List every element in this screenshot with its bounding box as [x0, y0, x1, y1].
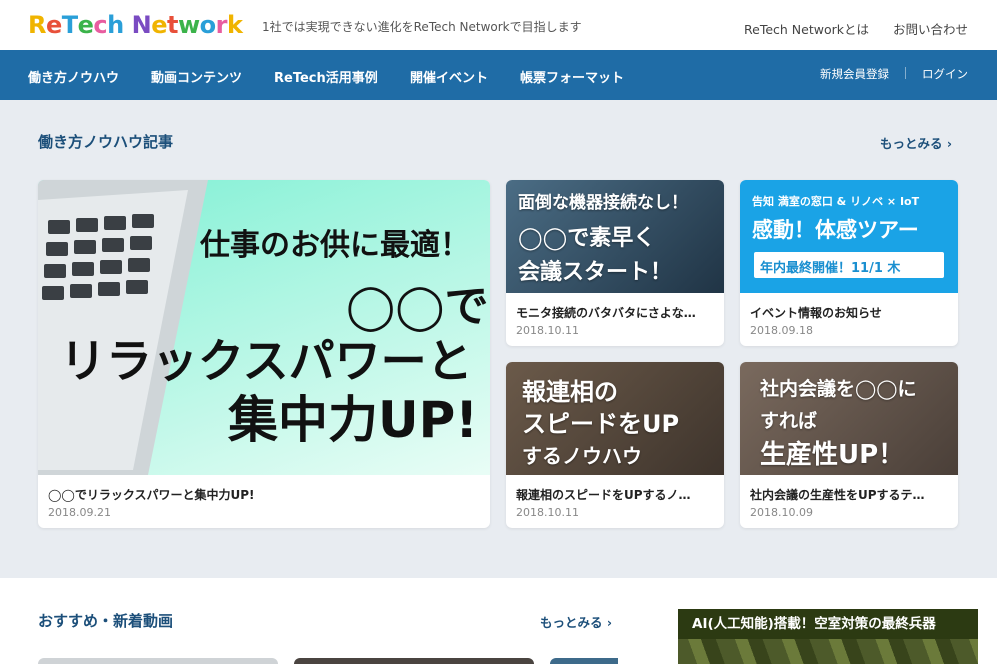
article-thumbnail: 報連相の スピードをUP するノウハウ	[506, 362, 724, 475]
thumb-line: 生産性UP！	[760, 440, 905, 470]
account-links: 新規会員登録 ログイン	[820, 66, 968, 82]
article-title[interactable]: モニタ接続のバタバタにさよな…	[516, 304, 716, 321]
video-thumbnail[interactable]	[294, 658, 534, 664]
article-title[interactable]: 報連相のスピードをUPするノ…	[516, 486, 716, 503]
thumb-line: すれば	[760, 410, 818, 432]
thumb-line: 面倒な機器接続なし！	[518, 193, 688, 213]
banner-text: AI(人工知能)搭載！空室対策の最終兵器	[678, 609, 978, 639]
article-card[interactable]: 報連相の スピードをUP するノウハウ 報連相のスピードをUPするノ… 2018…	[506, 362, 724, 528]
nav-item-forms[interactable]: 帳票フォーマット	[520, 67, 624, 86]
thumb-line: 報連相の	[522, 378, 618, 406]
top-header: ReTech Network 1社では実現できない進化をReTech Netwo…	[0, 0, 997, 50]
video-thumbnail[interactable]	[550, 658, 618, 664]
article-date: 2018.10.09	[750, 506, 813, 519]
contact-link[interactable]: お問い合わせ	[893, 22, 968, 37]
more-link[interactable]: もっとみる ›	[540, 612, 612, 631]
tagline: 1社では実現できない進化をReTech Networkで目指します	[262, 20, 582, 34]
register-link[interactable]: 新規会員登録	[820, 67, 889, 81]
login-link[interactable]: ログイン	[922, 67, 968, 81]
about-link[interactable]: ReTech Networkとは	[744, 22, 869, 37]
thumb-line: 年内最終開催！11/1 木	[760, 261, 901, 276]
video-thumbnail[interactable]	[38, 658, 278, 664]
article-date: 2018.10.11	[516, 324, 579, 337]
articles-section: 働き方ノウハウ記事 もっとみる › 仕事のお供に最適！ ◯◯で リラックスパワー…	[0, 100, 997, 578]
top-links: ReTech Networkとは お問い合わせ	[724, 19, 968, 38]
article-date: 2018.09.18	[750, 324, 813, 337]
article-title[interactable]: イベント情報のお知らせ	[750, 304, 950, 321]
site-logo[interactable]: ReTech Network	[28, 11, 243, 39]
nav-item-events[interactable]: 開催イベント	[410, 67, 488, 86]
article-thumbnail: 面倒な機器接続なし！ ◯◯で素早く 会議スタート！	[506, 180, 724, 293]
nav-item-workstyle[interactable]: 働き方ノウハウ	[28, 67, 119, 86]
featured-article-card[interactable]: 仕事のお供に最適！ ◯◯で リラックスパワーと 集中力UP! ◯◯でリラックスパ…	[38, 180, 490, 528]
section-title: おすすめ・新着動画	[38, 612, 174, 630]
nav-item-cases[interactable]: ReTech活用事例	[274, 67, 378, 86]
article-title[interactable]: ◯◯でリラックスパワーと集中力UP!	[48, 486, 478, 503]
featured-thumb-line-1: 仕事のお供に最適！	[200, 228, 470, 263]
article-card[interactable]: 社内会議を◯◯に すれば 生産性UP！ 社内会議の生産性をUPするテ… 2018…	[740, 362, 958, 528]
article-date: 2018.10.11	[516, 506, 579, 519]
banner-image	[678, 639, 978, 664]
divider	[905, 67, 906, 79]
thumb-line: 感動！体感ツアー	[752, 218, 919, 242]
article-card[interactable]: 告知 満室の窓口 & リノベ × IoT 感動！体感ツアー 年内最終開催！11/…	[740, 180, 958, 346]
thumb-line: するノウハウ	[522, 444, 642, 468]
article-thumbnail: 社内会議を◯◯に すれば 生産性UP！	[740, 362, 958, 475]
more-link[interactable]: もっとみる ›	[880, 133, 952, 152]
thumb-line: 会議スタート！	[518, 260, 673, 285]
thumb-line: ◯◯で素早く	[518, 226, 656, 251]
article-thumbnail: 告知 満室の窓口 & リノベ × IoT 感動！体感ツアー 年内最終開催！11/…	[740, 180, 958, 293]
section-title: 働き方ノウハウ記事	[38, 133, 174, 151]
thumb-line: 告知 満室の窓口 & リノベ × IoT	[752, 195, 920, 208]
article-card[interactable]: 面倒な機器接続なし！ ◯◯で素早く 会議スタート！ モニタ接続のバタバタにさよな…	[506, 180, 724, 346]
thumb-line: 社内会議を◯◯に	[760, 378, 917, 400]
thumb-line: スピードをUP	[522, 410, 680, 438]
article-title[interactable]: 社内会議の生産性をUPするテ…	[750, 486, 950, 503]
nav-item-videos[interactable]: 動画コンテンツ	[151, 67, 242, 86]
main-nav: 働き方ノウハウ 動画コンテンツ ReTech活用事例 開催イベント 帳票フォーマ…	[0, 50, 997, 100]
ad-banner[interactable]: AI(人工知能)搭載！空室対策の最終兵器	[678, 609, 978, 664]
featured-thumbnail: 仕事のお供に最適！ ◯◯で リラックスパワーと 集中力UP!	[38, 180, 490, 475]
featured-thumb-line-4: 集中力UP!	[228, 391, 479, 449]
article-date: 2018.09.21	[48, 506, 111, 519]
